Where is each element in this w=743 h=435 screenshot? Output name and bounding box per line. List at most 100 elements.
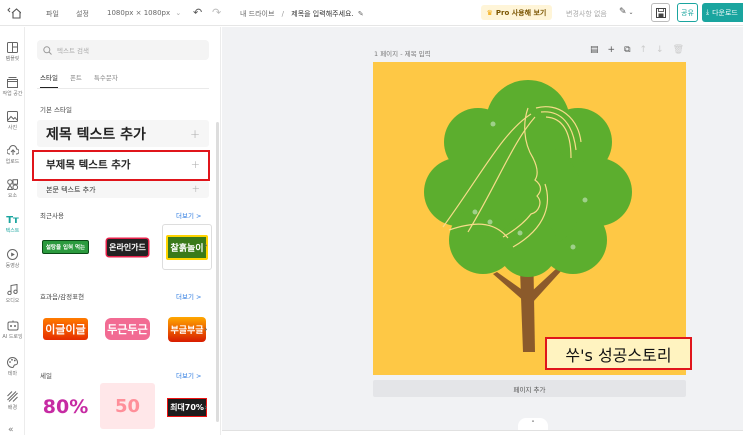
- rail-item-elements[interactable]: 요소: [0, 179, 25, 199]
- back-button[interactable]: [7, 7, 27, 19]
- panel-scrollbar[interactable]: [216, 122, 219, 422]
- add-page-button[interactable]: 페이지 추가: [373, 380, 686, 397]
- sale-more-link[interactable]: 더보기 >: [176, 370, 201, 380]
- recent-thumb-text: 찰흙놀이: [166, 234, 208, 260]
- pencil-icon: ✎: [357, 10, 364, 18]
- effect-thumb-text: 이글이글: [43, 318, 88, 340]
- recent-thumb-text: 온라인가드: [107, 238, 148, 256]
- upload-icon: [6, 145, 19, 155]
- ai-drawing-icon: [7, 320, 18, 331]
- breadcrumb-root[interactable]: 내 드라이브: [240, 10, 274, 18]
- recent-thumb[interactable]: 설탕을 입혀 먹는: [38, 227, 93, 267]
- redo-button[interactable]: ↷: [212, 6, 221, 19]
- chevron-right-icon[interactable]: ›: [204, 241, 208, 251]
- crown-icon: ♛: [486, 8, 493, 17]
- rail-label: 업로드: [5, 159, 20, 165]
- add-icon[interactable]: +: [608, 45, 616, 55]
- rail-label: 테마: [7, 371, 18, 377]
- photo-icon: [7, 111, 18, 122]
- save-button[interactable]: [651, 3, 670, 22]
- download-label: 다운로드: [712, 8, 738, 17]
- canvas-area: 1 페이지 - 제목 입력 ▤ + ⧉ ↑ ↓ 🗑 쑤's 성공스토리 페이지 …: [222, 27, 743, 435]
- canvas-size-dropdown[interactable]: 1080px × 1080px ⌄: [107, 9, 181, 17]
- rail-item-template[interactable]: 템플릿: [0, 42, 25, 62]
- rail-label: 오디오: [5, 298, 20, 304]
- chevron-down-icon: ⌄: [175, 9, 182, 17]
- sale-thumb[interactable]: 80%: [38, 387, 93, 427]
- chevron-right-icon[interactable]: ›: [204, 403, 208, 413]
- tab-special-chars[interactable]: 특수문자: [94, 72, 118, 88]
- save-status: 변경사항 없음: [566, 10, 607, 18]
- bottom-bar: [222, 430, 743, 435]
- share-label: 공유: [681, 8, 694, 17]
- body-text-label: 본문 텍스트 추가: [46, 185, 96, 194]
- recent-more-link[interactable]: 더보기 >: [176, 210, 201, 220]
- file-menu[interactable]: 파일: [46, 9, 59, 19]
- rail-label: 요소: [7, 193, 18, 199]
- move-down-icon[interactable]: ↓: [656, 45, 664, 55]
- pen-dropdown[interactable]: ✎ ⌄: [619, 7, 634, 17]
- caption-text: 쑤's 성공스토리: [565, 345, 672, 365]
- rail-label: 배경: [7, 405, 18, 411]
- subheading-highlight: [32, 150, 210, 181]
- top-bar: 파일 설정 1080px × 1080px ⌄ ↶ ↷ 내 드라이브 / 제목을…: [0, 0, 743, 26]
- template-icon: [7, 42, 18, 53]
- delete-icon[interactable]: 🗑: [673, 45, 684, 55]
- design-canvas[interactable]: [373, 62, 686, 375]
- duplicate-icon[interactable]: ⧉: [624, 45, 630, 55]
- search-input[interactable]: 텍스트 검색: [37, 40, 209, 60]
- caption-text-box[interactable]: 쑤's 성공스토리: [545, 337, 692, 370]
- effect-thumb[interactable]: 이글이글: [38, 309, 93, 349]
- page-label: 1 페이지 - 제목 입력: [374, 50, 431, 58]
- heading-label: 제목 텍스트 추가: [46, 126, 146, 143]
- theme-icon: [7, 357, 18, 368]
- rail-item-theme[interactable]: 테마: [0, 357, 25, 377]
- home-icon: [7, 7, 21, 19]
- collapse-rail-icon[interactable]: «: [8, 425, 14, 435]
- bottom-drawer-toggle[interactable]: ˄: [518, 418, 548, 430]
- plus-icon: +: [191, 184, 200, 195]
- rail-item-ai-drawing[interactable]: AI 드로잉: [0, 320, 25, 340]
- rail-item-text[interactable]: Tт 텍스트: [0, 215, 25, 234]
- tabs-divider: [37, 88, 209, 89]
- elements-icon: [7, 179, 18, 190]
- tab-style[interactable]: 스타일: [40, 72, 58, 88]
- rail-item-workspace[interactable]: 작업 공간: [0, 77, 25, 97]
- download-button[interactable]: ⤓ 다운로드: [702, 3, 743, 22]
- settings-menu[interactable]: 설정: [76, 9, 89, 19]
- effects-label: 효과음/감정표현: [40, 293, 85, 301]
- chevron-up-icon: ˄: [531, 420, 535, 428]
- add-body-text-button[interactable]: 본문 텍스트 추가 +: [37, 181, 209, 198]
- sale-thumb[interactable]: 50: [100, 383, 155, 429]
- add-heading-button[interactable]: 제목 텍스트 추가 +: [37, 120, 209, 147]
- rail-label: 사진: [7, 125, 18, 131]
- search-icon: [43, 45, 52, 55]
- breadcrumb: 내 드라이브 / 제목을 입력해주세요. ✎: [240, 9, 364, 19]
- rail-label: 동영상: [5, 263, 20, 269]
- effects-more-link[interactable]: 더보기 >: [176, 291, 201, 301]
- rail-item-background[interactable]: 배경: [0, 391, 25, 411]
- rail-item-photo[interactable]: 사진: [0, 111, 25, 131]
- rail-item-audio[interactable]: 오디오: [0, 284, 25, 304]
- effect-thumb[interactable]: 두근두근: [100, 309, 155, 349]
- plus-icon: +: [189, 126, 200, 141]
- rail-label: 텍스트: [5, 228, 20, 234]
- share-button[interactable]: 공유: [677, 3, 698, 22]
- sale-thumb-text: 최대70%: [167, 397, 207, 417]
- page-toolbar: ▤ + ⧉ ↑ ↓ 🗑: [590, 45, 684, 55]
- memo-icon[interactable]: ▤: [590, 45, 599, 55]
- rail-item-upload[interactable]: 업로드: [0, 145, 25, 165]
- effect-thumb-text: 두근두근: [105, 318, 150, 340]
- undo-button[interactable]: ↶: [193, 6, 202, 19]
- rail-item-video[interactable]: 동영상: [0, 249, 25, 269]
- pro-trial-button[interactable]: ♛ Pro 사용해 보기: [481, 5, 552, 20]
- recent-thumb-text: 설탕을 입혀 먹는: [41, 240, 90, 254]
- audio-icon: [7, 284, 18, 295]
- effect-thumb-text: 부글부글: [168, 316, 206, 342]
- move-up-icon[interactable]: ↑: [640, 45, 648, 55]
- document-title[interactable]: 제목을 입력해주세요.: [291, 10, 353, 18]
- recent-thumb[interactable]: 온라인가드: [100, 227, 155, 267]
- chevron-right-icon[interactable]: ›: [204, 325, 208, 335]
- sale-label: 세일: [40, 372, 52, 380]
- tab-font[interactable]: 폰트: [70, 72, 82, 88]
